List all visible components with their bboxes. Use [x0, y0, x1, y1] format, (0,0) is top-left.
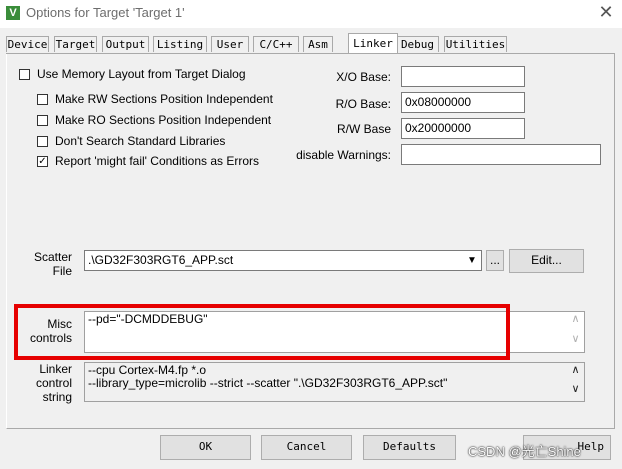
cancel-button[interactable]: Cancel [261, 435, 352, 460]
scroll-down-icon[interactable]: ∨ [567, 382, 584, 401]
scroll-down-icon[interactable]: ∨ [567, 332, 584, 352]
ok-button[interactable]: OK [160, 435, 251, 460]
defaults-button[interactable]: Defaults [363, 435, 456, 460]
keil-app-icon: V [6, 6, 20, 20]
tab-debug[interactable]: Debug [396, 36, 439, 52]
tab-device[interactable]: Device [6, 36, 49, 52]
edit-scatter-button[interactable]: Edit... [509, 249, 584, 273]
rw-position-independent-label: Make RW Sections Position Independent [55, 92, 273, 106]
title-bar: V Options for Target 'Target 1' ✕ [0, 0, 622, 28]
scroll-up-icon[interactable]: ∧ [567, 363, 584, 382]
tab-user[interactable]: User [211, 36, 249, 52]
xo-base-input[interactable] [401, 66, 525, 87]
watermark-text: CSDN @光亡Shine [468, 444, 581, 459]
use-memory-layout-label: Use Memory Layout from Target Dialog [37, 67, 246, 81]
chevron-down-icon[interactable]: ▼ [464, 252, 480, 269]
use-memory-layout-checkbox[interactable] [19, 69, 30, 80]
rw-position-independent-checkbox[interactable] [37, 94, 48, 105]
disable-warnings-label: disable Warnings: [296, 148, 391, 162]
close-icon[interactable]: ✕ [596, 2, 616, 22]
xo-base-label: X/O Base: [336, 70, 391, 84]
scroll-up-icon[interactable]: ∧ [567, 312, 584, 332]
tab-utilities[interactable]: Utilities [444, 36, 507, 52]
linker-string-scrollbar[interactable]: ∧ ∨ [567, 363, 584, 401]
misc-controls-scrollbar[interactable]: ∧ ∨ [567, 312, 584, 352]
ro-base-label: R/O Base: [335, 97, 391, 111]
tab-asm[interactable]: Asm [303, 36, 333, 52]
report-might-fail-label: Report 'might fail' Conditions as Errors [55, 154, 259, 168]
tab-target[interactable]: Target [54, 36, 97, 52]
linker-string-line-2: --library_type=microlib --strict --scatt… [88, 376, 448, 390]
linker-control-string-label: Linker control string [35, 362, 72, 404]
annotation-highlight-box [14, 304, 510, 360]
ro-position-independent-label: Make RO Sections Position Independent [55, 113, 272, 127]
browse-scatter-button[interactable]: ... [486, 250, 504, 271]
dont-search-std-libs-label: Don't Search Standard Libraries [55, 134, 226, 148]
ro-base-input[interactable]: 0x08000000 [401, 92, 525, 113]
report-might-fail-checkbox[interactable]: ✓ [37, 156, 48, 167]
window-title: Options for Target 'Target 1' [26, 5, 185, 20]
scatter-file-value: .\GD32F303RGT6_APP.sct [88, 253, 234, 267]
tab-c-cpp[interactable]: C/C++ [253, 36, 299, 52]
dont-search-std-libs-checkbox[interactable] [37, 136, 48, 147]
disable-warnings-input[interactable] [401, 144, 601, 165]
tab-output[interactable]: Output [102, 36, 149, 52]
scatter-file-select[interactable]: .\GD32F303RGT6_APP.sct [84, 250, 482, 271]
linker-control-string-textarea[interactable]: --cpu Cortex-M4.fp *.o --library_type=mi… [84, 362, 585, 402]
checkmark-icon: ✓ [38, 156, 47, 167]
scatter-file-label: Scatter File [33, 250, 72, 278]
rw-base-label: R/W Base [336, 122, 391, 136]
tab-linker[interactable]: Linker [348, 33, 398, 53]
rw-base-input[interactable]: 0x20000000 [401, 118, 525, 139]
tab-listing[interactable]: Listing [153, 36, 207, 52]
ro-position-independent-checkbox[interactable] [37, 115, 48, 126]
